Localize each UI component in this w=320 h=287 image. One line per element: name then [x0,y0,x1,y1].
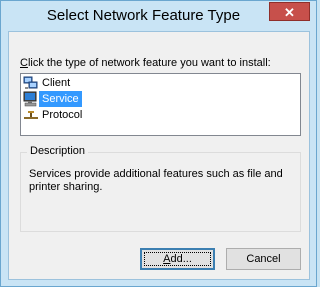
instruction-label: Click the type of network feature you wa… [20,57,271,69]
list-item-label: Service [39,91,82,107]
dialog-body: Click the type of network feature you wa… [8,31,310,280]
protocol-icon [23,107,39,123]
instruction-text: lick the type of network feature you wan… [27,57,271,69]
list-item-client[interactable]: Client [23,75,73,91]
dialog-title: Select Network Feature Type [46,7,241,24]
client-icon [23,75,39,91]
instruction-accelerator: C [20,57,28,69]
description-heading: Description [27,145,89,157]
list-item-label: Client [42,77,71,89]
dialog-window: Select Network Feature Type ✕ Click the … [0,0,317,287]
list-item-protocol[interactable]: Protocol [23,107,85,123]
title-bar[interactable]: Select Network Feature Type ✕ [1,1,316,31]
add-button[interactable]: Add... [140,248,215,270]
feature-type-list[interactable]: Client Service Protocol [20,73,301,136]
list-item-label: Protocol [42,109,83,121]
description-text: Services provide additional features suc… [29,168,283,193]
list-item-service[interactable]: Service [23,91,82,107]
description-group: Description Services provide additional … [20,145,301,232]
cancel-button[interactable]: Cancel [226,248,301,270]
focus-rectangle [144,252,211,266]
close-button[interactable]: ✕ [269,2,310,21]
service-icon [23,91,39,107]
close-icon: ✕ [284,5,295,20]
